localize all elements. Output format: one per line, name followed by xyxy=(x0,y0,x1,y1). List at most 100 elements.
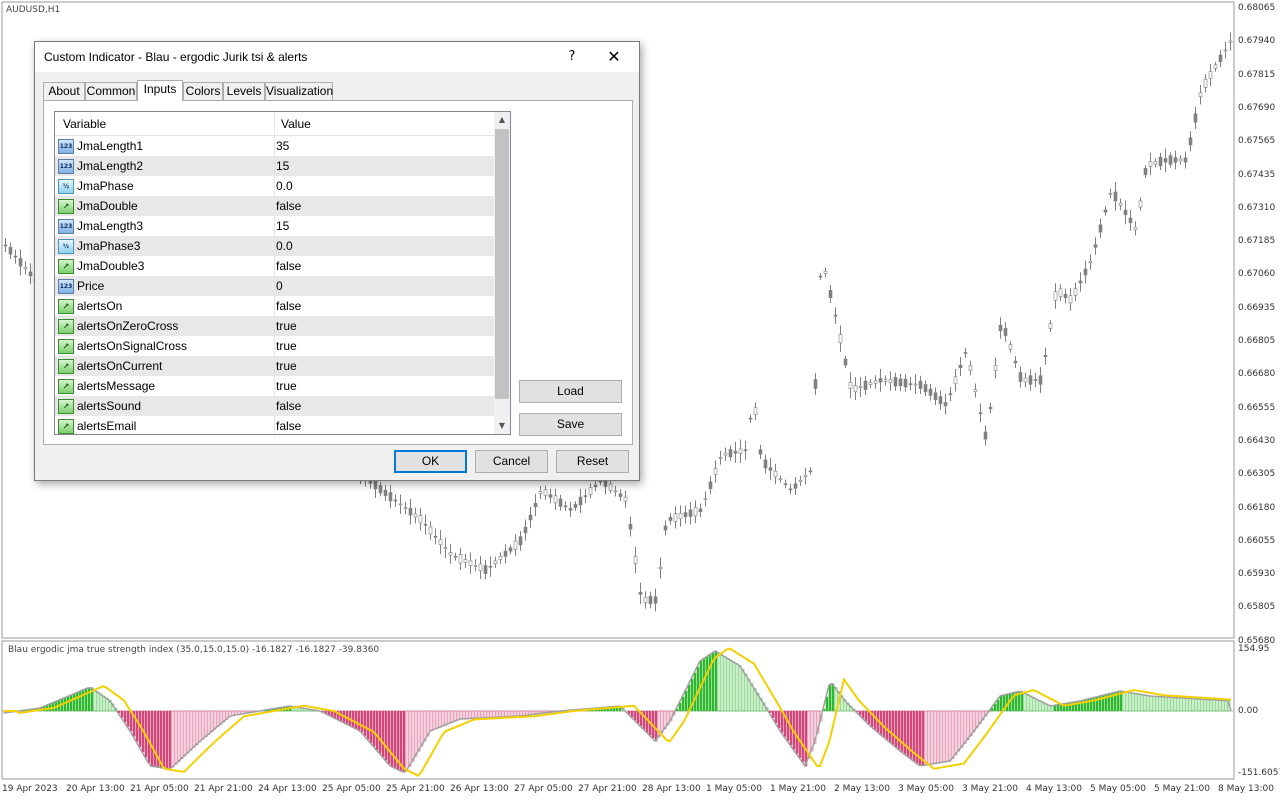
histogram-bar xyxy=(504,710,508,717)
histogram-bar xyxy=(927,710,931,765)
tab-colors[interactable]: Colors xyxy=(183,82,223,100)
histogram-bar xyxy=(1053,705,1057,712)
column-header-value[interactable]: Value xyxy=(281,117,311,131)
scroll-thumb[interactable] xyxy=(495,129,509,399)
candle-body xyxy=(1088,261,1093,263)
candle-body xyxy=(1193,113,1198,123)
histogram-bar xyxy=(468,710,472,719)
input-row-JmaDouble3[interactable]: ↗ JmaDouble3 false xyxy=(55,256,494,276)
int-type-icon: 123 xyxy=(58,279,74,294)
input-row-JmaPhase3[interactable]: ½ JmaPhase3 0.0 xyxy=(55,236,494,256)
input-row-JmaLength3[interactable]: 123 JmaLength3 15 xyxy=(55,216,494,236)
input-row-JmaLength2[interactable]: 123 JmaLength2 15 xyxy=(55,156,494,176)
input-row-alertsOnSignalCross[interactable]: ↗ alertsOnSignalCross true xyxy=(55,336,494,356)
tab-common[interactable]: Common xyxy=(85,82,137,100)
tab-visualization[interactable]: Visualization xyxy=(265,82,333,100)
histogram-bar xyxy=(498,710,502,718)
input-variable-name: JmaLength2 xyxy=(77,159,144,173)
candle-body xyxy=(1118,202,1123,206)
input-value[interactable]: 35 xyxy=(276,136,289,156)
scroll-down-icon[interactable]: ▼ xyxy=(494,418,510,434)
input-value[interactable]: false xyxy=(276,416,301,434)
input-value[interactable]: true xyxy=(276,336,297,356)
input-row-alertsOn[interactable]: ↗ alertsOn false xyxy=(55,296,494,316)
input-variable-name: JmaPhase3 xyxy=(77,239,141,253)
input-row-JmaPhase[interactable]: ½ JmaPhase 0.0 xyxy=(55,176,494,196)
histogram-bar xyxy=(714,650,718,712)
histogram-bar xyxy=(177,710,181,762)
histogram-bar xyxy=(825,696,829,712)
int-type-icon: 123 xyxy=(58,219,74,234)
input-row-alertsMessage[interactable]: ↗ alertsMessage true xyxy=(55,376,494,396)
scroll-up-icon[interactable]: ▲ xyxy=(494,112,510,128)
tab-inputs[interactable]: Inputs xyxy=(137,80,183,101)
candle-body xyxy=(773,470,778,478)
tab-levels[interactable]: Levels xyxy=(223,82,265,100)
histogram-bar xyxy=(1218,700,1222,712)
column-header-variable[interactable]: Variable xyxy=(63,117,106,131)
histogram-bar xyxy=(1185,698,1189,712)
candle-body xyxy=(13,255,18,258)
input-variable-name: alertsMessage xyxy=(77,379,156,393)
save-button[interactable]: Save xyxy=(519,413,622,436)
candle-body xyxy=(753,407,758,416)
histogram-bar xyxy=(1203,699,1207,712)
input-value[interactable]: 15 xyxy=(276,156,289,176)
dialog-titlebar[interactable]: Custom Indicator - Blau - ergodic Jurik … xyxy=(35,42,639,72)
input-row-JmaLength1[interactable]: 123 JmaLength1 35 xyxy=(55,136,494,156)
input-value[interactable]: true xyxy=(276,316,297,336)
input-value[interactable]: false xyxy=(276,196,301,216)
candle-body xyxy=(973,389,978,392)
candle-body xyxy=(413,513,418,518)
input-row-alertsSound[interactable]: ↗ alertsSound false xyxy=(55,396,494,416)
cancel-button[interactable]: Cancel xyxy=(475,450,548,473)
close-button[interactable]: ✕ xyxy=(597,45,631,69)
input-value[interactable]: false xyxy=(276,296,301,316)
input-row-JmaDouble[interactable]: ↗ JmaDouble false xyxy=(55,196,494,216)
input-row-alertsEmail[interactable]: ↗ alertsEmail false xyxy=(55,416,494,434)
candle-body xyxy=(528,514,533,521)
histogram-bar xyxy=(501,710,505,718)
candle-body xyxy=(463,559,468,563)
input-row-alertsOnCurrent[interactable]: ↗ alertsOnCurrent true xyxy=(55,356,494,376)
tab-about[interactable]: About xyxy=(43,82,85,100)
histogram-bar xyxy=(204,710,208,738)
candle-body xyxy=(1208,71,1213,79)
histogram-bar xyxy=(459,710,463,720)
candle-body xyxy=(543,489,548,496)
input-value[interactable]: 0.0 xyxy=(276,176,293,196)
input-value[interactable]: 15 xyxy=(276,216,289,236)
histogram-bar xyxy=(153,710,157,767)
histogram-bar xyxy=(1200,698,1204,712)
input-value[interactable]: 0 xyxy=(276,276,283,296)
candle-body xyxy=(998,325,1003,331)
histogram-bar xyxy=(69,695,73,712)
load-button[interactable]: Load xyxy=(519,380,622,403)
candle-body xyxy=(643,596,648,604)
reset-button[interactable]: Reset xyxy=(556,450,629,473)
histogram-bar xyxy=(1050,705,1054,712)
input-value[interactable]: true xyxy=(276,376,297,396)
histogram-bar xyxy=(795,710,799,754)
histogram-bar xyxy=(1146,695,1150,712)
input-value[interactable]: false xyxy=(276,396,301,416)
input-row-alertsOnZeroCross[interactable]: ↗ alertsOnZeroCross true xyxy=(55,316,494,336)
input-row-Price[interactable]: 123 Price 0 xyxy=(55,276,494,296)
candle-body xyxy=(1078,280,1083,284)
histogram-bar xyxy=(681,696,685,712)
help-button[interactable]: ? xyxy=(557,45,587,69)
price-tick-label: 0.67185 xyxy=(1238,236,1276,247)
histogram-bar xyxy=(1206,699,1210,712)
time-tick-label: 21 Apr 05:00 xyxy=(130,784,189,794)
histogram-bar xyxy=(495,710,499,718)
grid-scrollbar[interactable]: ▲ ▼ xyxy=(494,112,510,434)
input-value[interactable]: true xyxy=(276,356,297,376)
input-value[interactable]: 0.0 xyxy=(276,236,293,256)
input-value[interactable]: false xyxy=(276,256,301,276)
indicator-chart[interactable] xyxy=(0,640,1280,780)
candle-body xyxy=(958,364,963,369)
histogram-bar xyxy=(150,710,154,767)
price-tick-label: 0.66935 xyxy=(1238,302,1276,313)
candle-body xyxy=(1003,328,1008,336)
ok-button[interactable]: OK xyxy=(394,450,467,473)
